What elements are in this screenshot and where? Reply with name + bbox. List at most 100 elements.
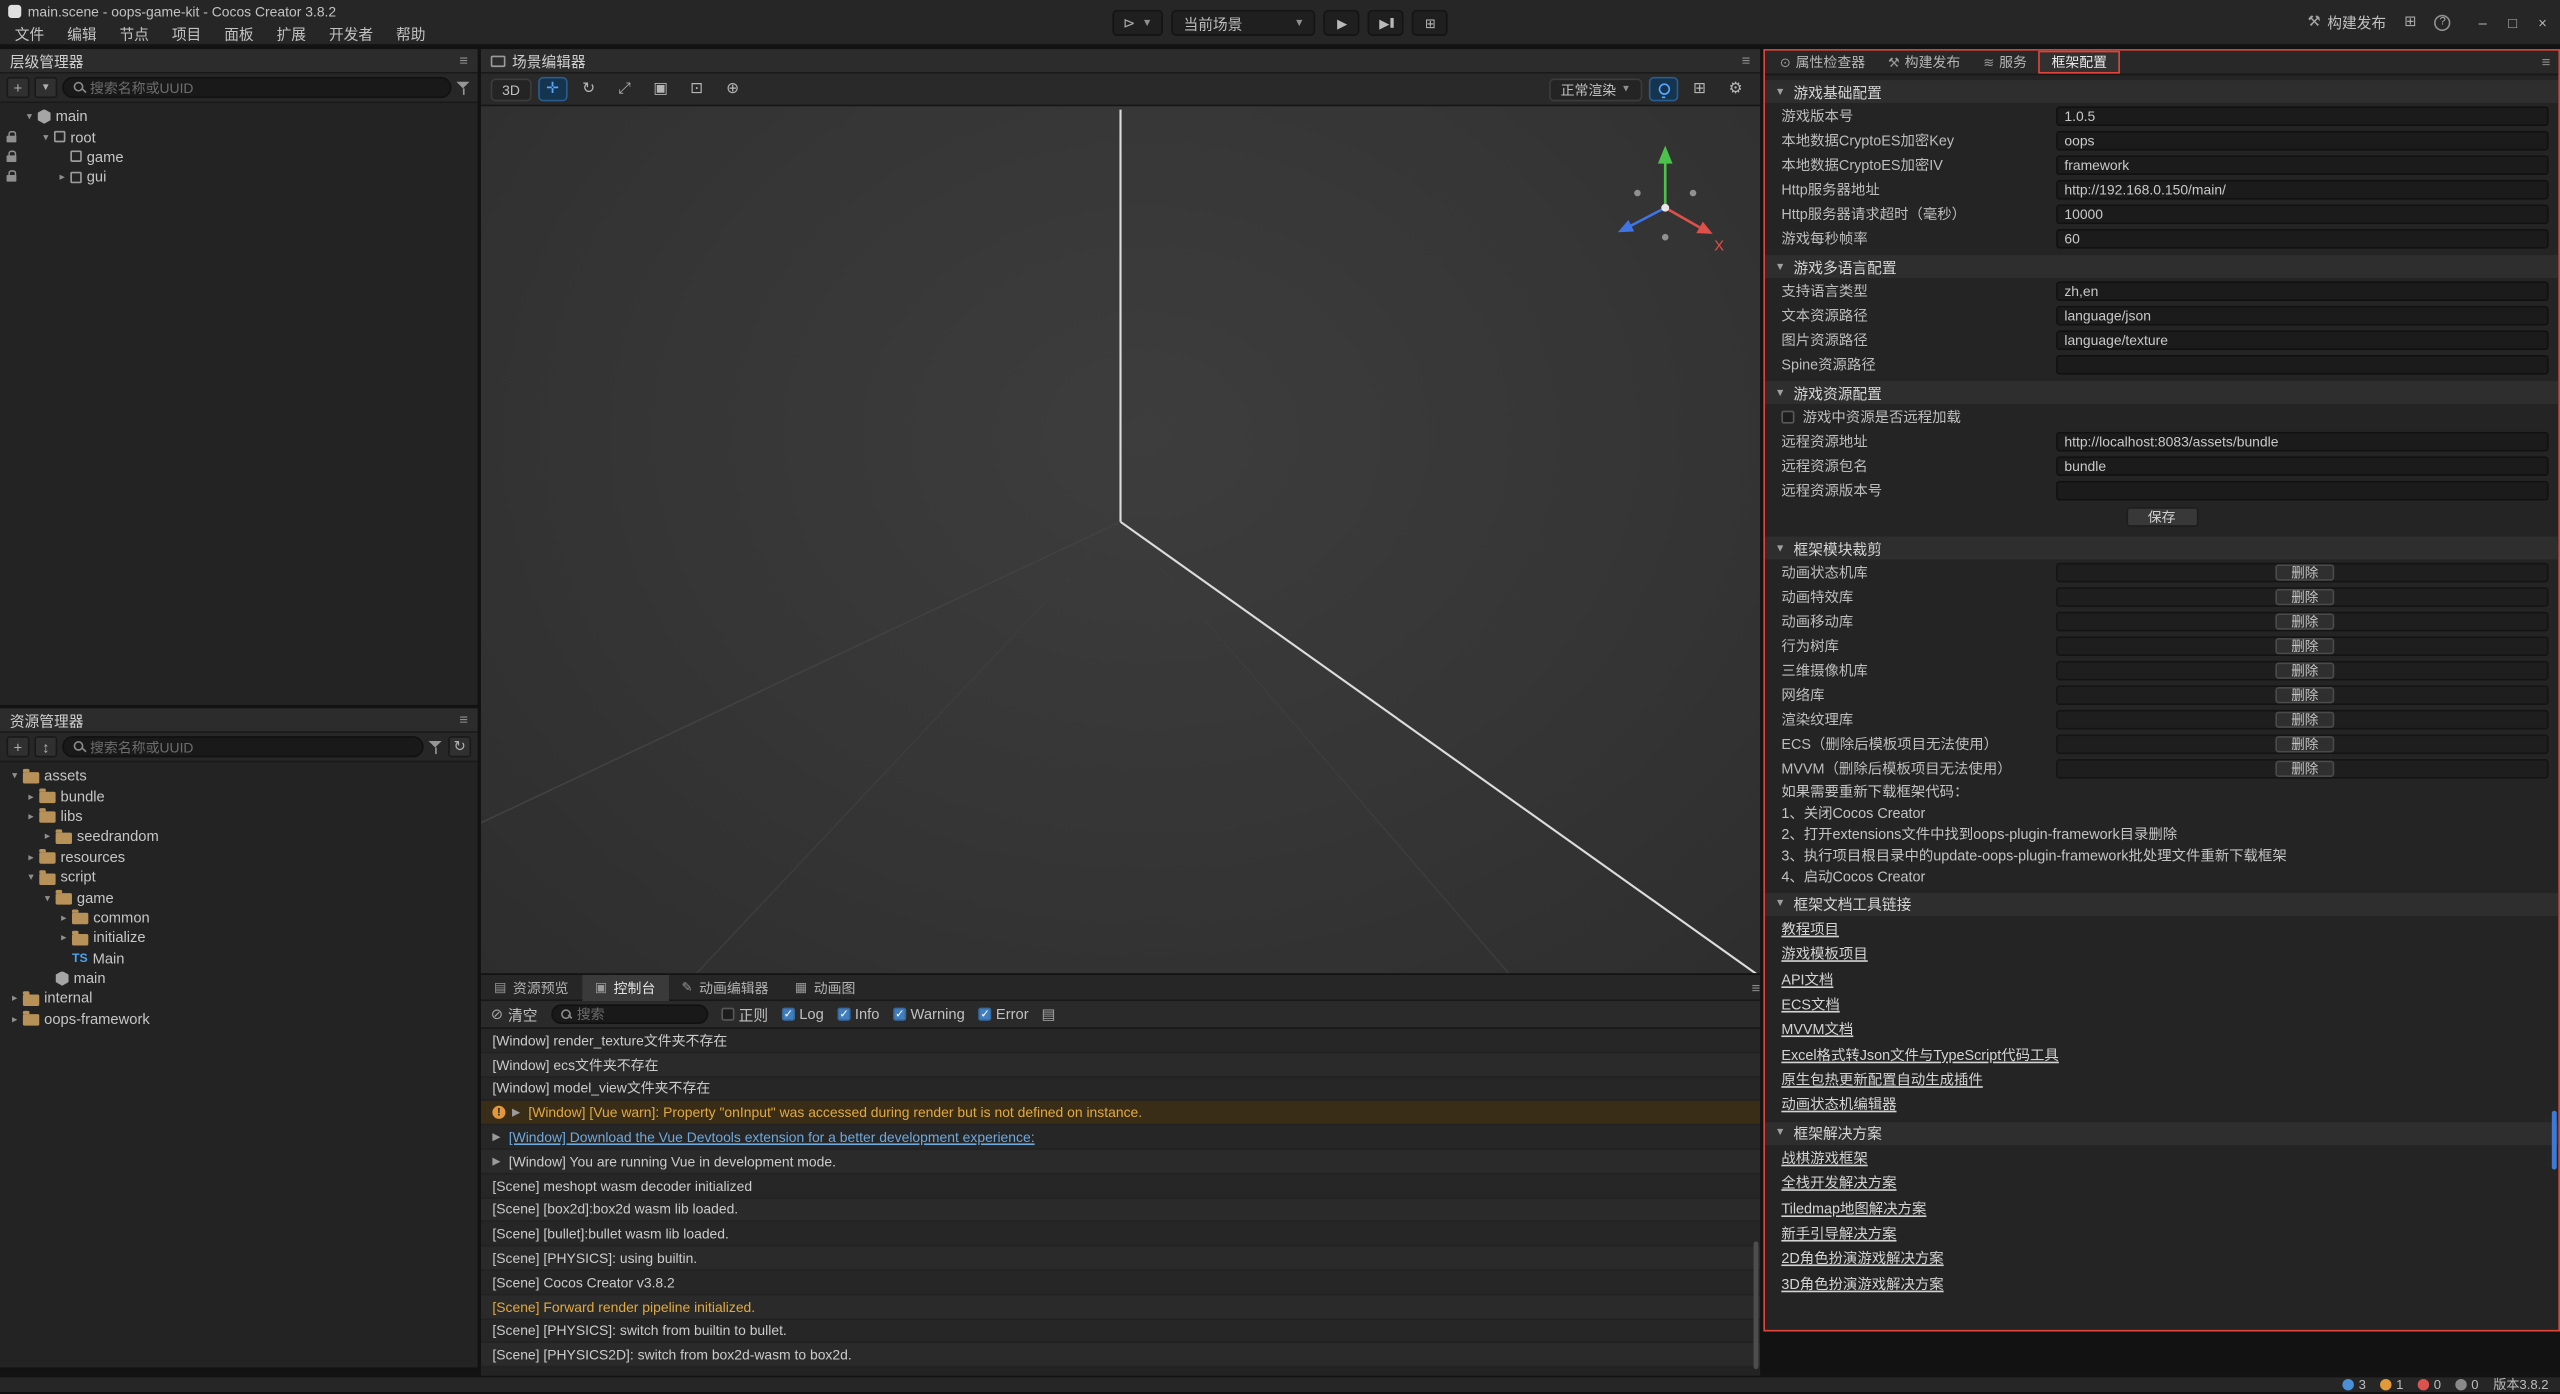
expand-arrow-icon[interactable]: ▸ bbox=[7, 992, 23, 1005]
remote-load-checkbox[interactable] bbox=[1781, 410, 1794, 423]
console-log-row[interactable]: [Scene] [box2d]:box2d wasm lib loaded. bbox=[481, 1198, 1760, 1222]
collapse-arrow-icon[interactable]: ▾ bbox=[38, 130, 54, 143]
add-node-button[interactable]: + bbox=[7, 77, 30, 98]
expand-arrow-icon[interactable]: ▸ bbox=[39, 830, 55, 843]
hierarchy-node-game[interactable]: game bbox=[0, 147, 478, 167]
console-log-row[interactable]: ▶[Window] Download the Vue Devtools exte… bbox=[481, 1126, 1760, 1150]
menu-扩展[interactable]: 扩展 bbox=[265, 22, 317, 43]
expand-arrow-icon[interactable]: ▸ bbox=[7, 1012, 23, 1025]
console-log-row[interactable]: ▶[Window] You are running Vue in develop… bbox=[481, 1150, 1760, 1174]
step-button[interactable]: ▶ bbox=[1368, 10, 1404, 36]
console-log-row[interactable]: [Scene] [PHYSICS2D]: switch from box2d-w… bbox=[481, 1344, 1760, 1368]
doc-link[interactable]: MVVM文档 bbox=[1781, 1018, 1853, 1039]
doc-link[interactable]: Tiledmap地图解决方案 bbox=[1781, 1197, 1926, 1218]
clear-console-button[interactable]: ⊘ 清空 bbox=[491, 1004, 538, 1025]
property-input[interactable] bbox=[2056, 155, 2548, 175]
property-input[interactable] bbox=[2056, 480, 2548, 500]
status-warning-count[interactable]: 1 bbox=[2381, 1377, 2404, 1392]
panel-layout-icon[interactable]: ⊞ bbox=[2404, 13, 2416, 31]
help-icon[interactable]: ? bbox=[2435, 14, 2451, 30]
assets-node-game[interactable]: ▾game bbox=[0, 887, 478, 907]
expand-arrow-icon[interactable]: ▶ bbox=[512, 1106, 522, 1119]
delete-module-button[interactable]: 删除 bbox=[2275, 711, 2334, 728]
panel-menu-icon[interactable]: ≡ bbox=[459, 712, 468, 728]
section-header-4[interactable]: ▼框架文档工具链接 bbox=[1765, 892, 2558, 915]
render-mode-dropdown[interactable]: 正常渲染 ▼ bbox=[1549, 78, 1642, 101]
filter-icon[interactable] bbox=[456, 80, 471, 95]
doc-link[interactable]: 原生包热更新配置自动生成插件 bbox=[1781, 1068, 1982, 1089]
delete-module-button[interactable]: 删除 bbox=[2275, 637, 2334, 654]
collapse-arrow-icon[interactable]: ▾ bbox=[23, 870, 39, 883]
menu-面板[interactable]: 面板 bbox=[213, 22, 265, 43]
section-header-1[interactable]: ▼游戏多语言配置 bbox=[1765, 255, 2558, 278]
collapse-arrow-icon[interactable]: ▾ bbox=[39, 891, 55, 904]
assets-node-initialize[interactable]: ▸initialize bbox=[0, 928, 478, 948]
expand-arrow-icon[interactable]: ▶ bbox=[492, 1155, 502, 1168]
tab-属性检查器[interactable]: ⊙属性检查器 bbox=[1768, 50, 1876, 75]
console-log-row[interactable]: [Scene] meshopt wasm decoder initialized bbox=[481, 1174, 1760, 1198]
close-button[interactable]: × bbox=[2538, 14, 2547, 30]
property-input[interactable] bbox=[2056, 179, 2548, 199]
play-button[interactable]: ▶ bbox=[1324, 10, 1360, 36]
assets-node-libs[interactable]: ▸libs bbox=[0, 806, 478, 826]
console-scrollbar[interactable] bbox=[1754, 1242, 1759, 1370]
menu-开发者[interactable]: 开发者 bbox=[317, 22, 384, 43]
build-publish-button[interactable]: ⚒ 构建发布 bbox=[2307, 11, 2386, 32]
console-log-row[interactable]: [Window] model_view文件夹不存在 bbox=[481, 1077, 1760, 1101]
view-gizmo[interactable]: X bbox=[1597, 132, 1728, 263]
property-input[interactable] bbox=[2056, 281, 2548, 301]
minimize-button[interactable]: – bbox=[2479, 14, 2487, 30]
menu-文件[interactable]: 文件 bbox=[3, 22, 55, 43]
menu-项目[interactable]: 项目 bbox=[160, 22, 212, 43]
expand-arrow-icon[interactable]: ▶ bbox=[492, 1130, 502, 1143]
layout-button[interactable]: ⊞ bbox=[1412, 10, 1448, 36]
console-log-row[interactable]: [Scene] Cocos Creator v3.8.2 bbox=[481, 1271, 1760, 1295]
filter-Error[interactable]: Error bbox=[978, 1006, 1029, 1022]
export-log-icon[interactable]: ▤ bbox=[1042, 1005, 1056, 1023]
property-input[interactable] bbox=[2056, 354, 2548, 374]
scene-editor-header[interactable]: 场景编辑器 ≡ bbox=[481, 49, 1760, 74]
rect-tool-button[interactable]: ▣ bbox=[646, 77, 675, 102]
section-header-0[interactable]: ▼游戏基础配置 bbox=[1765, 80, 2558, 103]
scene-light-toggle[interactable] bbox=[1649, 77, 1678, 102]
scale-tool-button[interactable]: ⤢ bbox=[610, 77, 639, 102]
gizmo-pivot-button[interactable]: ⊡ bbox=[682, 77, 711, 102]
panel-menu-icon[interactable]: ≡ bbox=[2542, 54, 2559, 70]
status-info-count[interactable]: 3 bbox=[2343, 1377, 2366, 1392]
assets-search-input[interactable] bbox=[90, 739, 412, 755]
property-input[interactable] bbox=[2056, 130, 2548, 150]
doc-link[interactable]: 教程项目 bbox=[1781, 917, 1839, 938]
console-log-row[interactable]: [Scene] [bullet]:bullet wasm lib loaded. bbox=[481, 1223, 1760, 1247]
panel-menu-icon[interactable]: ≡ bbox=[1751, 979, 1760, 995]
delete-module-button[interactable]: 删除 bbox=[2275, 735, 2334, 752]
doc-link[interactable]: 新手引导解决方案 bbox=[1781, 1222, 1896, 1243]
property-input[interactable] bbox=[2056, 330, 2548, 350]
panel-menu-icon[interactable]: ≡ bbox=[459, 52, 468, 68]
assets-node-common[interactable]: ▸common bbox=[0, 907, 478, 927]
doc-link[interactable]: 游戏模板项目 bbox=[1781, 942, 1867, 963]
section-header-5[interactable]: ▼框架解决方案 bbox=[1765, 1122, 2558, 1145]
status-error-count[interactable]: 0 bbox=[2418, 1377, 2441, 1392]
delete-module-button[interactable]: 删除 bbox=[2275, 588, 2334, 605]
gizmo-x-label[interactable]: X bbox=[1714, 238, 1724, 254]
property-input[interactable] bbox=[2056, 456, 2548, 476]
create-menu-button[interactable]: ▼ bbox=[34, 77, 57, 98]
doc-link[interactable]: 动画状态机编辑器 bbox=[1781, 1093, 1896, 1114]
console-log-row[interactable]: [Scene] [PHYSICS]: switch from builtin t… bbox=[481, 1319, 1760, 1343]
save-button[interactable]: 保存 bbox=[2126, 507, 2198, 527]
status-other-count[interactable]: 0 bbox=[2456, 1377, 2479, 1392]
menu-编辑[interactable]: 编辑 bbox=[56, 22, 108, 43]
assets-node-resources[interactable]: ▸resources bbox=[0, 847, 478, 867]
doc-link[interactable]: 3D角色扮演游戏解决方案 bbox=[1781, 1272, 1943, 1293]
console-log-row[interactable]: [Scene] [PHYSICS]: using builtin. bbox=[481, 1247, 1760, 1271]
assets-node-assets[interactable]: ▾assets bbox=[0, 766, 478, 786]
doc-link[interactable]: 2D角色扮演游戏解决方案 bbox=[1781, 1247, 1943, 1268]
assets-node-main[interactable]: main bbox=[0, 968, 478, 988]
scene-settings-button[interactable]: ⚙ bbox=[1721, 77, 1750, 102]
inspector-scrollbar[interactable] bbox=[2552, 1111, 2557, 1170]
property-input[interactable] bbox=[2056, 106, 2548, 126]
doc-link[interactable]: Excel格式转Json文件与TypeScript代码工具 bbox=[1781, 1043, 2058, 1064]
gizmo-space-button[interactable]: ⊕ bbox=[718, 77, 747, 102]
assets-header[interactable]: 资源管理器 ≡ bbox=[0, 708, 478, 733]
expand-arrow-icon[interactable]: ▸ bbox=[54, 171, 70, 184]
